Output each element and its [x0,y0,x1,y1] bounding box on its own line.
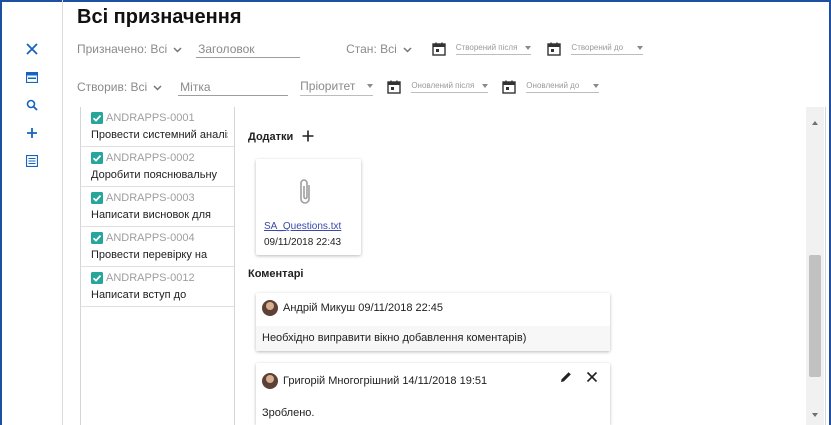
created-after-label: Створений після [455,43,518,52]
filter-row-1: Призначено: Всі Стан: Всі Створений післ… [77,38,644,60]
caret-down-icon [482,83,489,88]
state-filter[interactable]: Стан: Всі [346,42,412,56]
created-by-filter-label: Створив: Всі [77,80,148,94]
updated-after-select[interactable]: Оновлений після [411,81,489,93]
caret-down-icon [525,45,532,50]
comment-text: Необхідно виправити вікно добавлення ком… [256,326,610,351]
attachments-heading: Додатки [248,131,294,143]
calendar-icon[interactable] [502,80,516,94]
task-id: ANDRAPPS-0004 [91,231,228,245]
filter-row-2: Створив: Всі Пріоритет Оновлений після О… [77,76,600,98]
priority-filter[interactable]: Пріоритет [300,78,374,96]
created-before-select[interactable]: Створений до [571,43,644,55]
calendar-icon[interactable] [387,80,402,94]
task-id: ANDRAPPS-0002 [91,151,228,165]
close-icon[interactable] [21,38,43,60]
checkbox-checked-icon [91,192,103,204]
avatar [262,373,278,389]
attachment-card[interactable]: SA_Questions.txt 09/11/2018 22:43 [256,159,361,255]
side-rail [20,38,44,178]
add-icon[interactable] [21,122,43,144]
task-id-text: ANDRAPPS-0012 [106,272,195,284]
chevron-down-icon [153,80,162,94]
task-name: Написати вступ до [91,289,187,301]
comments-heading: Коментарі [248,268,304,280]
paperclip-icon [300,179,310,204]
delete-comment-button[interactable] [586,371,598,383]
created-by-filter[interactable]: Створив: Всі [77,80,162,94]
scroll-down-arrow-icon[interactable] [812,413,818,417]
task-id-text: ANDRAPPS-0002 [106,152,195,164]
task-name: Провести перевірку на [91,249,208,261]
task-name: Написати висновок для [91,209,211,221]
comment-card: Андрій Микуш 09/11/2018 22:45 Необхідно … [256,293,610,351]
task-id: ANDRAPPS-0003 [91,191,228,205]
edit-comment-button[interactable] [560,371,572,383]
detail-scrollbar[interactable] [806,107,824,425]
task-id: ANDRAPPS-0001 [91,111,228,125]
comment-author: Андрій Микуш 09/11/2018 22:45 [283,302,444,314]
created-after-select[interactable]: Створений після [455,43,532,55]
attachment-date: 09/11/2018 22:43 [264,237,342,248]
task-id: ANDRAPPS-0012 [91,271,228,285]
created-before-label: Створений до [571,43,624,52]
checkbox-checked-icon [91,112,103,124]
assigned-filter[interactable]: Призначено: Всі [77,42,182,56]
rail-divider [62,0,63,425]
task-list-item[interactable]: ANDRAPPS-0002 Доробити пояснювальну [81,147,234,187]
updated-before-select[interactable]: Оновлений до [526,81,600,93]
calendar-icon[interactable] [432,42,446,56]
task-id-text: ANDRAPPS-0003 [106,192,195,204]
comment-author: Григорій Многогрішний 14/11/2018 19:51 [283,375,488,387]
title-search-input[interactable] [196,40,301,58]
add-attachment-button[interactable] [302,130,314,142]
task-name: Провести системний аналіз [91,129,228,141]
scroll-up-arrow-icon[interactable] [812,121,818,125]
checkbox-checked-icon [91,152,103,164]
list-icon[interactable] [21,150,43,172]
caret-down-icon [367,83,374,88]
task-name: Доробити пояснювальну [91,169,218,181]
task-list-item[interactable]: ANDRAPPS-0004 Провести перевірку на [81,227,234,267]
task-detail-panel: Додатки SA_Questions.txt 09/11/2018 22:4… [236,107,826,425]
calendar-icon[interactable] [547,42,562,56]
checkbox-checked-icon [91,272,103,284]
avatar [262,300,278,316]
priority-filter-label: Пріоритет [300,78,356,93]
search-icon[interactable] [21,94,43,116]
chevron-down-icon [173,42,182,56]
tag-input[interactable] [178,78,289,96]
page-title: Всі призначення [77,6,242,28]
chevron-down-icon [403,42,412,56]
attachment-file-link[interactable]: SA_Questions.txt [264,221,341,232]
assigned-filter-label: Призначено: Всі [77,42,168,56]
updated-before-filter: Оновлений до [502,80,600,94]
scrollbar-thumb[interactable] [809,255,821,377]
checkbox-checked-icon [91,232,103,244]
caret-down-icon [593,83,600,88]
comment-header: Андрій Микуш 09/11/2018 22:45 [262,300,443,316]
caret-down-icon [637,45,644,50]
updated-after-filter: Оновлений після [387,80,489,94]
task-list-item[interactable]: ANDRAPPS-0001 Провести системний аналіз [81,107,234,147]
state-filter-label: Стан: Всі [346,42,397,56]
task-list-item[interactable]: ANDRAPPS-0003 Написати висновок для [81,187,234,227]
task-id-text: ANDRAPPS-0004 [106,232,195,244]
comment-actions [546,371,598,383]
comment-text: Зроблено. [256,401,610,425]
updated-after-label: Оновлений після [411,81,475,90]
created-before-filter: Створений до [547,42,644,56]
updated-before-label: Оновлений до [526,81,580,90]
task-list: ANDRAPPS-0001 Провести системний аналіз … [80,107,235,425]
comment-card: Григорій Многогрішний 14/11/2018 19:51 З… [256,363,610,425]
created-after-filter: Створений після [432,42,532,56]
task-list-item[interactable]: ANDRAPPS-0012 Написати вступ до [81,267,234,307]
task-id-text: ANDRAPPS-0001 [106,112,195,124]
comment-header: Григорій Многогрішний 14/11/2018 19:51 [262,373,487,389]
calendar-view-icon[interactable] [21,66,43,88]
